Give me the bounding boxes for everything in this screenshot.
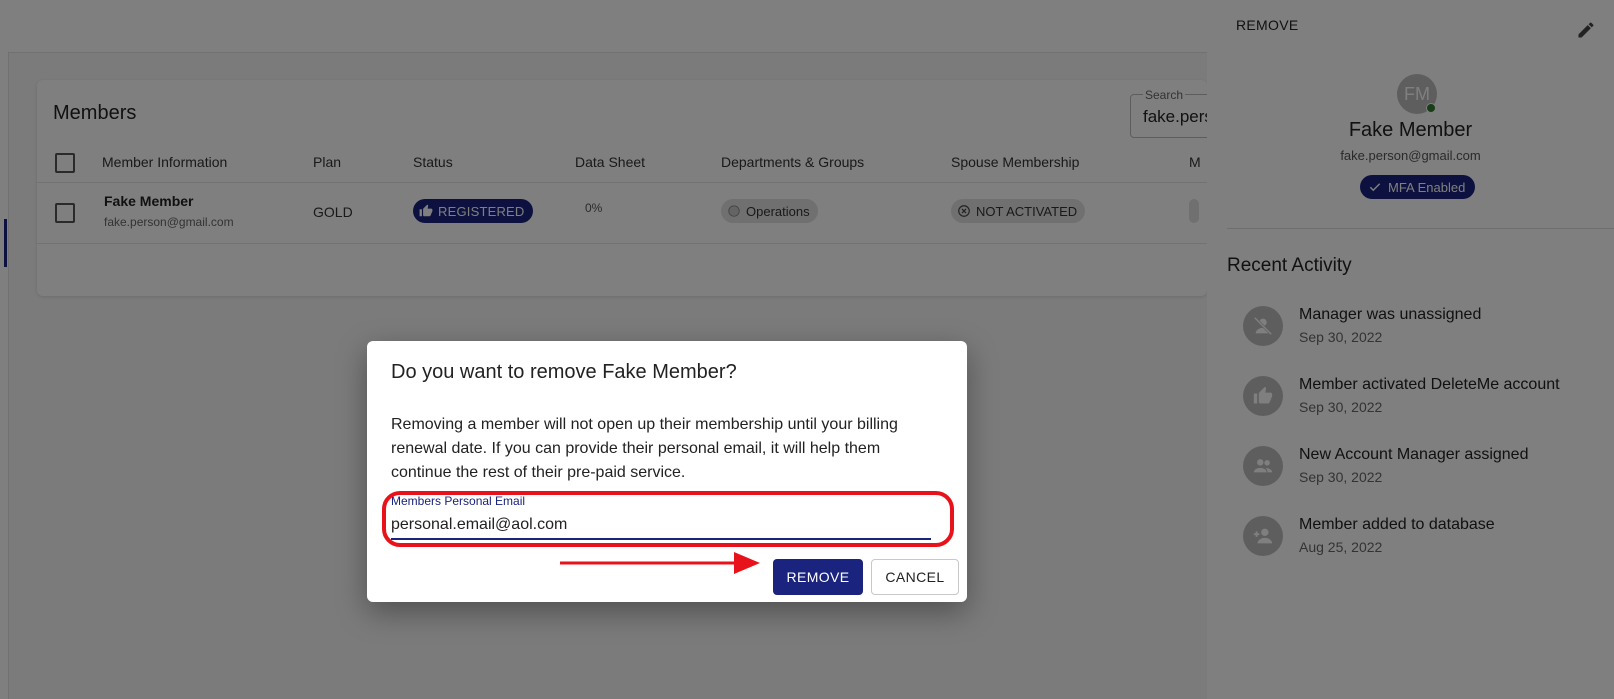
cancel-button[interactable]: CANCEL <box>871 559 959 595</box>
member-detail-drawer: REMOVE FM Fake Member fake.person@gmail.… <box>1207 0 1614 699</box>
remove-button[interactable]: REMOVE <box>773 559 863 595</box>
dialog-description: Removing a member will not open up their… <box>391 416 898 481</box>
dialog-title: Do you want to remove Fake Member? <box>391 361 737 383</box>
remove-member-dialog: Do you want to remove Fake Member? Remov… <box>367 341 967 602</box>
annotation-arrow-icon <box>560 552 760 574</box>
annotation-highlight-box <box>382 491 954 547</box>
drawer-dim-overlay <box>1207 0 1614 699</box>
